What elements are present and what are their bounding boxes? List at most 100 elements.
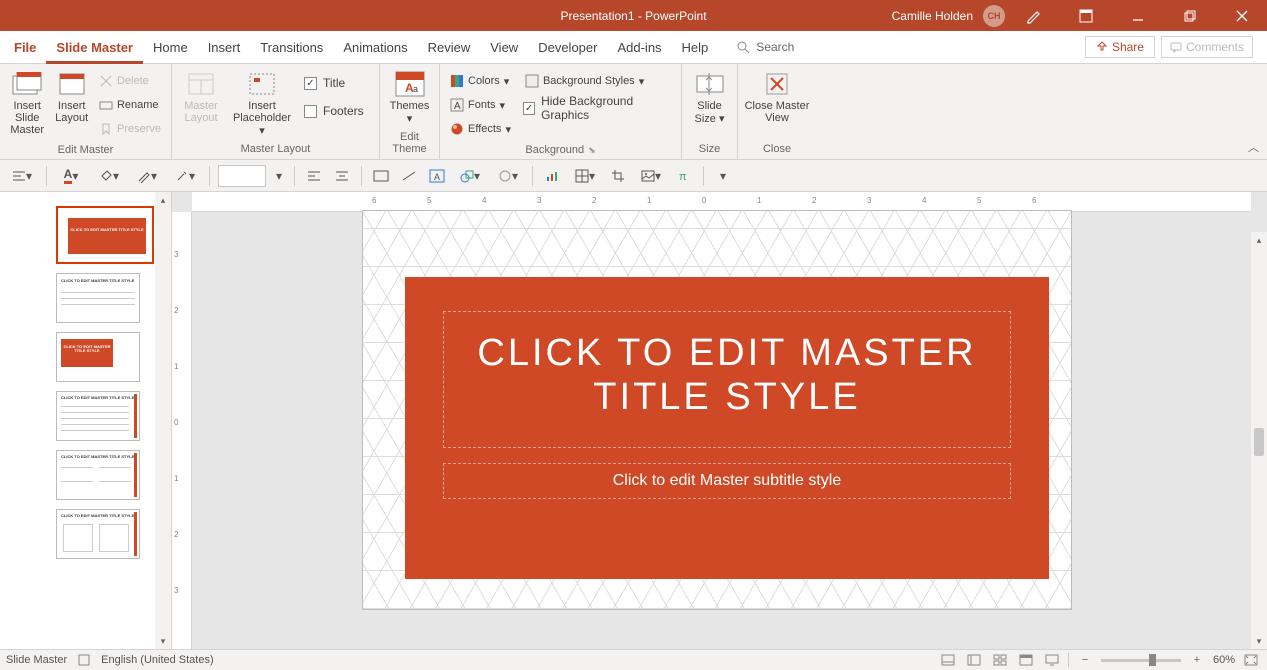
effects-icon xyxy=(450,122,464,136)
colors-button[interactable]: Colors ▾ xyxy=(448,70,513,92)
align-left-para-button[interactable] xyxy=(303,165,325,187)
placeholder-icon xyxy=(246,70,278,98)
tab-transitions[interactable]: Transitions xyxy=(250,31,333,64)
tab-home[interactable]: Home xyxy=(143,31,198,64)
highlight-button[interactable]: ▾ xyxy=(93,165,125,187)
insert-placeholder-button[interactable]: Insert Placeholder ▾ xyxy=(228,68,296,139)
fonts-button[interactable]: AFonts ▾ xyxy=(448,94,513,116)
tab-addins[interactable]: Add-ins xyxy=(607,31,671,64)
tab-view[interactable]: View xyxy=(480,31,528,64)
layout-thumbnail-4[interactable]: CLICK TO EDIT MASTER TITLE STYLE xyxy=(56,450,140,500)
normal-view-button[interactable] xyxy=(964,652,984,668)
svg-text:A: A xyxy=(454,101,461,112)
tab-file[interactable]: File xyxy=(4,31,46,64)
eyedropper-button[interactable]: ▾ xyxy=(169,165,201,187)
share-button[interactable]: Share xyxy=(1085,36,1155,58)
group-label-size: Size xyxy=(686,141,733,157)
scroll-up-icon[interactable]: ▴ xyxy=(1257,232,1262,248)
layout-thumbnail-2[interactable]: CLICK TO EDIT MASTER TITLE STYLE xyxy=(56,332,140,382)
picture-button[interactable]: ▾ xyxy=(635,165,667,187)
fit-to-window-button[interactable] xyxy=(1241,652,1261,668)
font-size-box[interactable] xyxy=(218,165,266,187)
line-shape-button[interactable] xyxy=(398,165,420,187)
background-styles-button[interactable]: Background Styles ▾ xyxy=(523,70,673,92)
tab-review[interactable]: Review xyxy=(418,31,481,64)
thumbnail-pane[interactable]: CLICK TO EDIT MASTER TITLE STYLE CLICK T… xyxy=(0,192,172,649)
slideshow-button[interactable] xyxy=(1042,652,1062,668)
zoom-out-button[interactable]: − xyxy=(1075,652,1095,668)
thumb-scrollbar[interactable]: ▴ ▾ xyxy=(155,192,171,649)
table-button[interactable]: ▾ xyxy=(569,165,601,187)
crop-button[interactable] xyxy=(607,165,629,187)
preserve-button[interactable]: Preserve xyxy=(97,118,163,140)
font-color-button[interactable]: A▾ xyxy=(55,165,87,187)
horizontal-ruler[interactable]: 6 5 4 3 2 1 0 1 2 3 4 5 6 xyxy=(192,192,1251,212)
tab-insert[interactable]: Insert xyxy=(198,31,251,64)
notes-button[interactable] xyxy=(938,652,958,668)
outline-button[interactable]: ▾ xyxy=(131,165,163,187)
sorter-view-button[interactable] xyxy=(990,652,1010,668)
tab-developer[interactable]: Developer xyxy=(528,31,607,64)
align-left-button[interactable]: ▾ xyxy=(6,165,38,187)
zoom-level[interactable]: 60% xyxy=(1213,654,1235,666)
close-button[interactable] xyxy=(1219,0,1265,31)
title-placeholder[interactable]: Click to edit Master title style xyxy=(443,311,1011,448)
shapes-button[interactable]: ▾ xyxy=(454,165,486,187)
accessibility-icon[interactable] xyxy=(77,653,91,667)
status-language[interactable]: English (United States) xyxy=(101,654,214,666)
ribbon-display-icon[interactable] xyxy=(1063,0,1109,31)
zoom-slider[interactable] xyxy=(1101,659,1181,662)
textbox-button[interactable]: A xyxy=(426,165,448,187)
scroll-up-icon[interactable]: ▴ xyxy=(155,192,171,208)
tell-me-search[interactable]: Search xyxy=(736,40,794,54)
layout-thumbnail-3[interactable]: CLICK TO EDIT MASTER TITLE STYLE xyxy=(56,391,140,441)
bucket-icon xyxy=(99,169,113,183)
comments-button[interactable]: Comments xyxy=(1161,36,1253,58)
insert-slide-master-button[interactable]: Insert Slide Master xyxy=(4,68,50,138)
canvas-scrollbar[interactable]: ▴ ▾ xyxy=(1251,232,1267,649)
master-layout-icon xyxy=(185,70,217,98)
status-mode[interactable]: Slide Master xyxy=(6,654,67,666)
rectangle-shape-button[interactable] xyxy=(370,165,392,187)
hide-bg-checkbox[interactable]: ✓Hide Background Graphics xyxy=(523,94,673,122)
drawing-mode-icon[interactable] xyxy=(1011,0,1057,31)
align-center-para-button[interactable] xyxy=(331,165,353,187)
subtitle-placeholder[interactable]: Click to edit Master subtitle style xyxy=(443,463,1011,499)
zoom-in-button[interactable]: + xyxy=(1187,652,1207,668)
insert-layout-button[interactable]: Insert Layout xyxy=(52,68,91,126)
user-avatar[interactable]: CH xyxy=(983,5,1005,27)
reading-view-button[interactable] xyxy=(1016,652,1036,668)
close-master-view-button[interactable]: Close Master View xyxy=(742,68,812,126)
title-checkbox[interactable]: ✓Title xyxy=(298,74,370,92)
chart-button[interactable] xyxy=(541,165,563,187)
status-bar: Slide Master English (United States) − +… xyxy=(0,649,1267,670)
symbol-button[interactable]: π xyxy=(673,165,695,187)
tab-animations[interactable]: Animations xyxy=(333,31,417,64)
tab-help[interactable]: Help xyxy=(672,31,719,64)
delete-button[interactable]: Delete xyxy=(97,70,163,92)
group-label-background: Background⬊ xyxy=(444,142,677,158)
layout-thumbnail-1[interactable]: CLICK TO EDIT MASTER TITLE STYLE xyxy=(56,273,140,323)
slide-size-button[interactable]: Slide Size ▾ xyxy=(686,68,733,127)
slide-size-icon xyxy=(694,70,726,98)
restore-button[interactable] xyxy=(1167,0,1213,31)
rename-button[interactable]: Rename xyxy=(97,94,163,116)
window-title: Presentation1 - PowerPoint xyxy=(560,9,706,23)
tab-slide-master[interactable]: Slide Master xyxy=(46,31,143,64)
bg-styles-icon xyxy=(525,74,539,88)
more-button[interactable]: ▾ xyxy=(712,165,734,187)
slide-canvas[interactable]: Click to edit Master title style Click t… xyxy=(362,210,1072,610)
user-name[interactable]: Camille Holden xyxy=(892,9,973,23)
scroll-down-icon[interactable]: ▾ xyxy=(155,633,171,649)
minimize-button[interactable] xyxy=(1115,0,1161,31)
scroll-down-icon[interactable]: ▾ xyxy=(1257,633,1262,649)
arrange-button[interactable]: ▾ xyxy=(492,165,524,187)
collapse-ribbon-icon[interactable]: ︿ xyxy=(1248,139,1259,155)
master-thumbnail[interactable]: CLICK TO EDIT MASTER TITLE STYLE xyxy=(56,206,154,264)
effects-button[interactable]: Effects ▾ xyxy=(448,118,513,140)
vertical-ruler[interactable]: 3 2 1 0 1 2 3 xyxy=(172,212,192,649)
layout-thumbnail-5[interactable]: CLICK TO EDIT MASTER TITLE STYLE xyxy=(56,509,140,559)
dialog-launcher-icon[interactable]: ⬊ xyxy=(588,145,596,155)
themes-button[interactable]: Aa Themes▾ xyxy=(384,68,435,127)
footers-checkbox[interactable]: Footers xyxy=(298,102,370,120)
